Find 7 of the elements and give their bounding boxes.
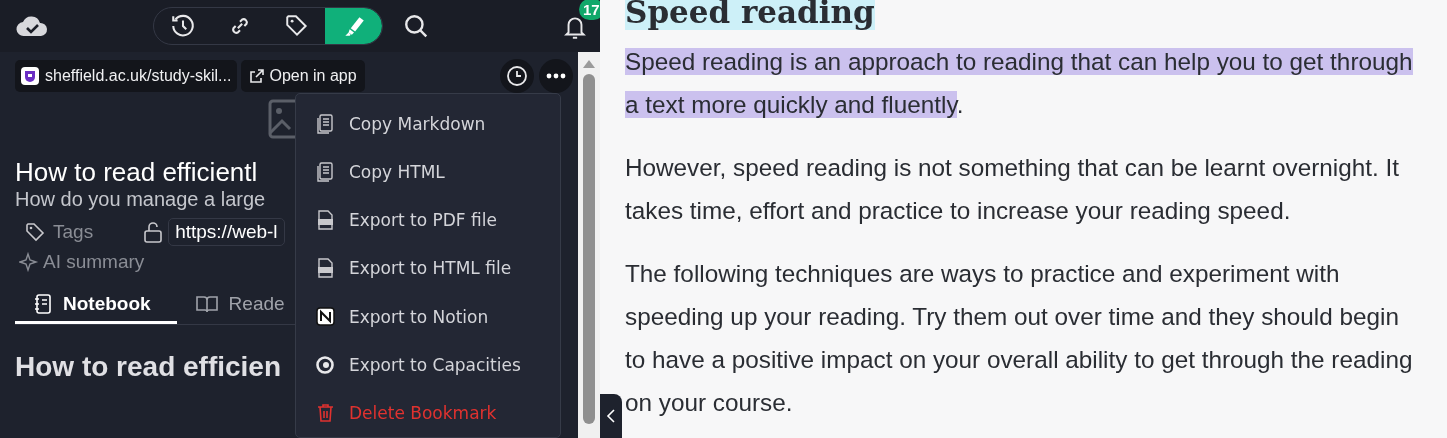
paragraph: However, speed reading is not something that can be learnt overnight. It takes time, effort and practice to increase your reading speed.	[625, 153, 1400, 226]
article-heading: Speed reading	[625, 0, 875, 30]
bookmark-subtitle: How do you manage a large	[15, 188, 266, 211]
paragraph: The following techniques are ways to practice and experiment with speeding up your reading. Try them out over time and they should begin to have a positive impact on your overall ability to get through the reading on your course.	[625, 259, 1414, 418]
notebook-heading: How to read efficien	[15, 351, 282, 383]
paragraph: Speed reading is an approach to reading that can help you to get through a text more quickly and fluently.	[625, 47, 1414, 120]
bookmark-title: How to read efficientl	[15, 157, 258, 188]
